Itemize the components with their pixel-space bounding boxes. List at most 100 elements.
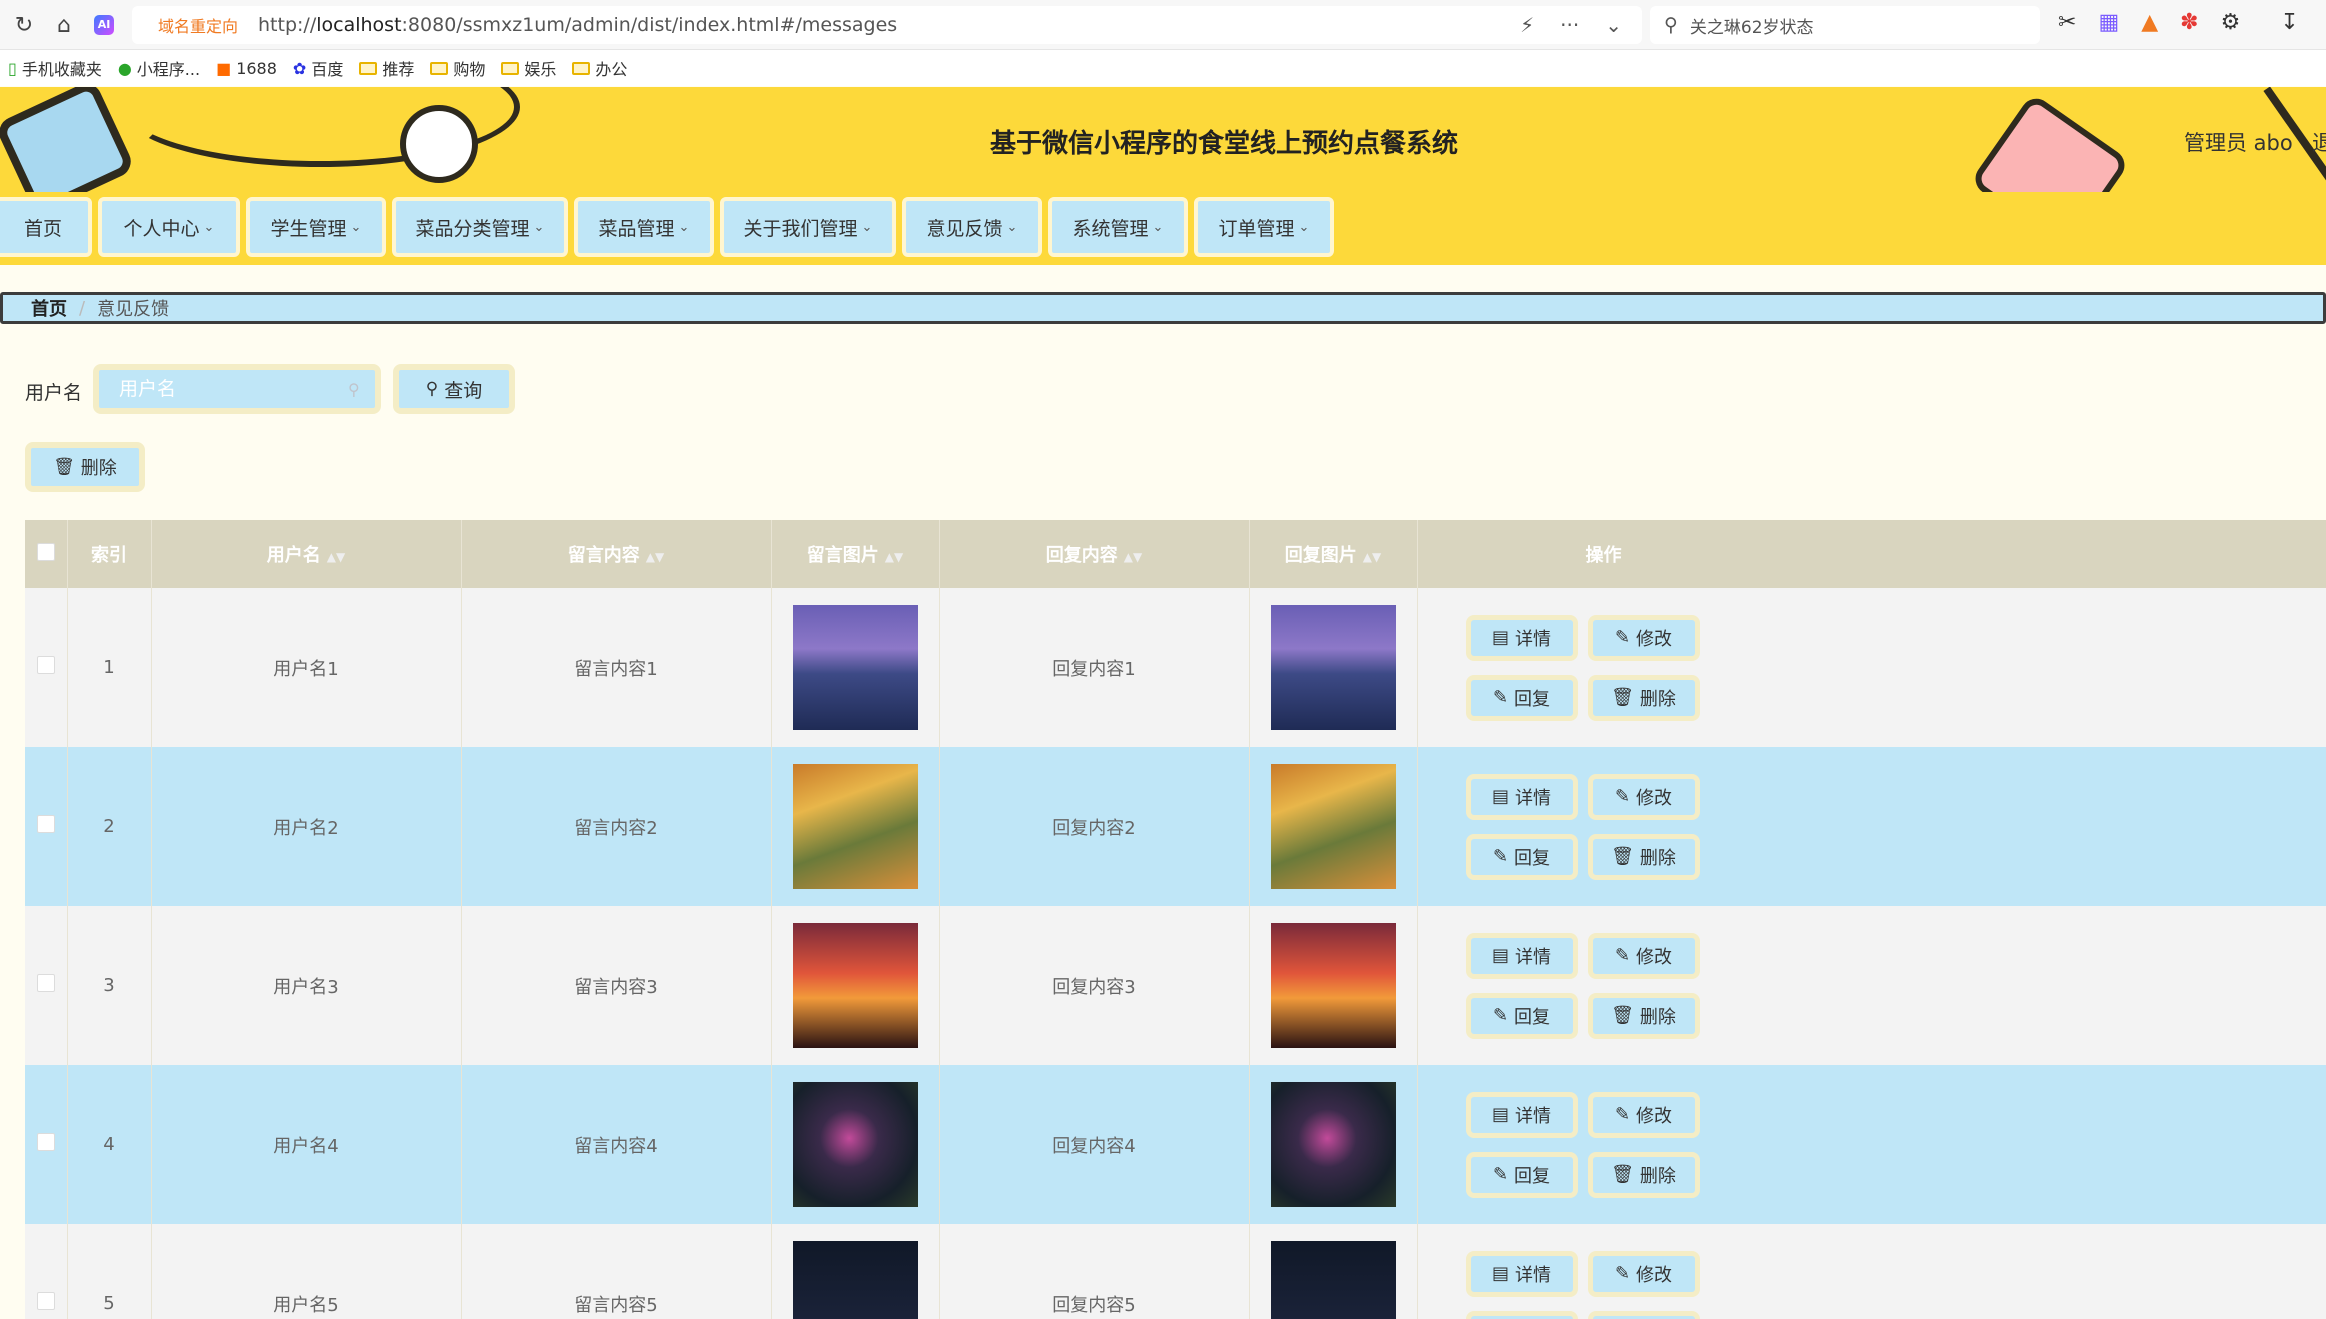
reply-image[interactable]: [1270, 923, 1396, 1048]
edit-button[interactable]: ✎ 修改: [1587, 614, 1700, 661]
detail-button[interactable]: ▤ 详情: [1465, 1250, 1578, 1297]
browser-search[interactable]: ⚲ 关之琳62岁状态: [1650, 6, 2040, 44]
edit-button[interactable]: ✎ 修改: [1587, 932, 1700, 979]
username-search-input[interactable]: [93, 364, 381, 414]
bookmark-shopping[interactable]: 购物: [430, 56, 485, 80]
fox-icon[interactable]: ▲: [2141, 10, 2158, 35]
edit-button[interactable]: ✎ 修改: [1587, 773, 1700, 820]
address-bar[interactable]: 域名重定向 http://localhost:8080/ssmxz1um/adm…: [132, 6, 1642, 44]
edit-button[interactable]: ✎ 修改: [1587, 1091, 1700, 1138]
message-image[interactable]: [792, 923, 918, 1048]
menu-student-management[interactable]: 学生管理 ⌄: [246, 197, 386, 257]
breadcrumb-current: 意见反馈: [97, 299, 170, 320]
message-image[interactable]: [792, 605, 918, 730]
menu-dish-management[interactable]: 菜品管理 ⌄: [574, 197, 714, 257]
scissors-icon[interactable]: ✂: [2058, 10, 2076, 35]
row-checkbox[interactable]: [36, 815, 55, 833]
logout-link[interactable]: 退: [2312, 127, 2326, 157]
bookmark-office[interactable]: 办公: [572, 56, 627, 80]
chevron-down-icon: ⌄: [1298, 219, 1310, 235]
detail-button[interactable]: ▤ 详情: [1465, 932, 1578, 979]
reply-image[interactable]: [1270, 605, 1396, 730]
cell-index: 3: [67, 906, 152, 1065]
header-index: 索引: [67, 520, 152, 588]
delete-button[interactable]: 🗑删除: [1587, 992, 1700, 1039]
bookmark-baidu[interactable]: ✿ 百度: [293, 56, 343, 80]
delete-button[interactable]: 🗑删除: [1587, 1310, 1700, 1319]
query-button[interactable]: ⚲ 查询: [393, 364, 515, 414]
pencil-icon: ✎: [1492, 1005, 1509, 1026]
row-checkbox[interactable]: [36, 656, 55, 674]
download-icon[interactable]: ↧: [2280, 10, 2298, 35]
header-reply[interactable]: 回复内容 ▲▼: [939, 520, 1250, 588]
menu-home[interactable]: 首页: [0, 197, 92, 257]
edit-button[interactable]: ✎ 修改: [1587, 1250, 1700, 1297]
header-username[interactable]: 用户名 ▲▼: [151, 520, 462, 588]
reply-image[interactable]: [1270, 764, 1396, 889]
reply-button[interactable]: ✎回复: [1465, 674, 1578, 721]
row-checkbox[interactable]: [36, 974, 55, 992]
bookmark-entertainment[interactable]: 娱乐: [501, 56, 556, 80]
url-text: http://localhost:8080/ssmxz1um/admin/dis…: [258, 14, 898, 36]
row-checkbox[interactable]: [36, 1133, 55, 1151]
select-all-checkbox[interactable]: [36, 542, 55, 561]
bookmark-recommend[interactable]: 推荐: [359, 56, 414, 80]
breadcrumb-home[interactable]: 首页: [31, 295, 67, 321]
sort-icon[interactable]: ▲▼: [1124, 550, 1142, 564]
reply-button[interactable]: ✎回复: [1465, 1310, 1578, 1319]
translate-icon[interactable]: ▦: [2098, 10, 2119, 35]
detail-button[interactable]: ▤ 详情: [1465, 614, 1578, 661]
reply-image[interactable]: [1270, 1241, 1396, 1319]
bookmark-mobile[interactable]: ▯ 手机收藏夹: [8, 56, 102, 80]
admin-user[interactable]: 管理员 abo: [2184, 127, 2293, 157]
select-all-cell: [25, 520, 68, 588]
bookmark-miniprogram[interactable]: ● 小程序...: [118, 56, 200, 80]
lightning-icon[interactable]: ⚡: [1520, 13, 1534, 37]
batch-delete-button[interactable]: 🗑 删除: [25, 442, 145, 492]
chevron-down-icon[interactable]: ⌄: [1605, 13, 1622, 37]
reply-image[interactable]: [1270, 1082, 1396, 1207]
menu-dish-category-management[interactable]: 菜品分类管理 ⌄: [392, 197, 568, 257]
more-icon[interactable]: ···: [1560, 13, 1579, 37]
cell-content: 留言内容4: [461, 1065, 772, 1224]
document-icon: ▤: [1491, 1104, 1509, 1125]
menu-feedback[interactable]: 意见反馈 ⌄: [902, 197, 1042, 257]
message-image[interactable]: [792, 1241, 918, 1319]
menu-system-management[interactable]: 系统管理 ⌄: [1048, 197, 1188, 257]
sort-icon[interactable]: ▲▼: [885, 550, 903, 564]
bookmark-1688[interactable]: ■ 1688: [216, 59, 277, 78]
detail-button[interactable]: ▤ 详情: [1465, 1091, 1578, 1138]
header-content[interactable]: 留言内容 ▲▼: [461, 520, 772, 588]
menu-about-management[interactable]: 关于我们管理 ⌄: [720, 197, 896, 257]
reply-button[interactable]: ✎回复: [1465, 833, 1578, 880]
sort-icon[interactable]: ▲▼: [1363, 550, 1381, 564]
cell-reply: 回复内容2: [939, 747, 1250, 906]
delete-button[interactable]: 🗑删除: [1587, 1151, 1700, 1198]
reload-icon[interactable]: ↻: [6, 7, 42, 43]
pencil-icon: ✎: [1492, 846, 1509, 867]
chevron-down-icon: ⌄: [678, 219, 690, 235]
sort-icon[interactable]: ▲▼: [646, 550, 664, 564]
message-image[interactable]: [792, 764, 918, 889]
cell-index: 5: [67, 1224, 152, 1319]
header-image[interactable]: 留言图片 ▲▼: [771, 520, 940, 588]
ai-assistant-icon[interactable]: AI: [86, 7, 122, 43]
menu-order-management[interactable]: 订单管理 ⌄: [1194, 197, 1334, 257]
pencil-icon: ✎: [1614, 627, 1631, 648]
puzzle-icon[interactable]: ⚙: [2221, 10, 2241, 35]
trash-icon: 🗑: [1611, 1164, 1634, 1185]
delete-button[interactable]: 🗑删除: [1587, 833, 1700, 880]
menu-personal-center[interactable]: 个人中心 ⌄: [98, 197, 240, 257]
sort-icon[interactable]: ▲▼: [327, 550, 345, 564]
flower-icon[interactable]: ✽: [2180, 10, 2198, 35]
home-icon[interactable]: ⌂: [46, 7, 82, 43]
folder-icon: [501, 61, 520, 75]
trash-icon: 🗑: [1611, 687, 1634, 708]
row-checkbox[interactable]: [36, 1292, 55, 1310]
delete-button[interactable]: 🗑删除: [1587, 674, 1700, 721]
reply-button[interactable]: ✎回复: [1465, 992, 1578, 1039]
message-image[interactable]: [792, 1082, 918, 1207]
detail-button[interactable]: ▤ 详情: [1465, 773, 1578, 820]
reply-button[interactable]: ✎回复: [1465, 1151, 1578, 1198]
header-reply-image[interactable]: 回复图片 ▲▼: [1249, 520, 1418, 588]
